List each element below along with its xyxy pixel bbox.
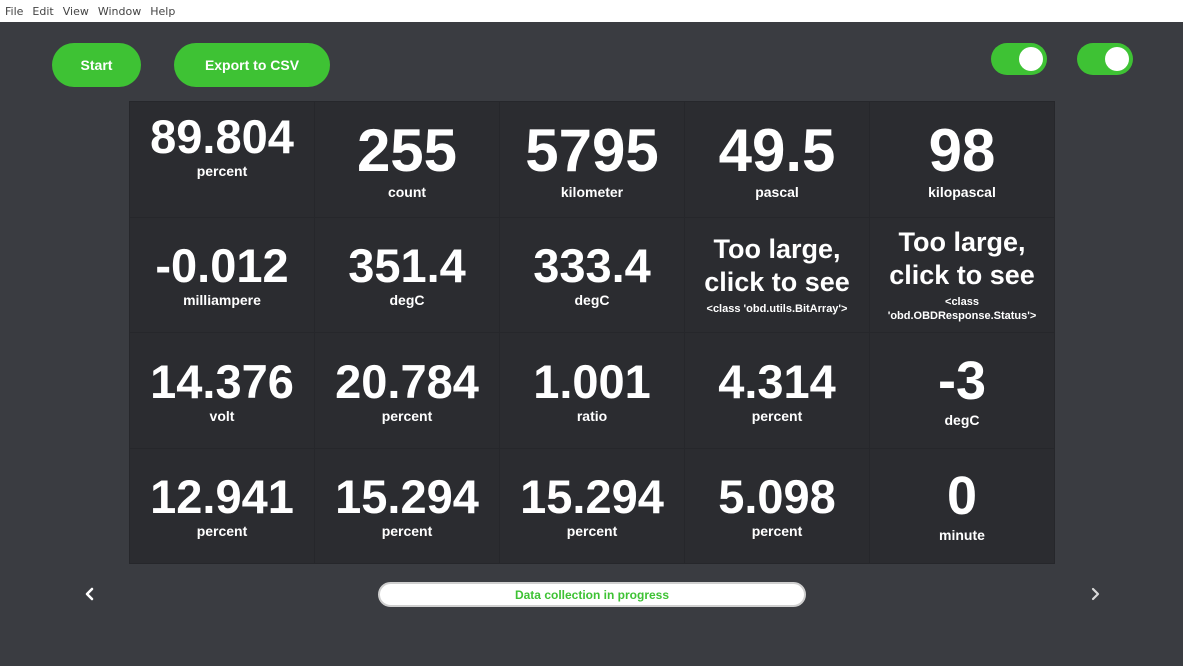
sensor-unit: kilometer bbox=[560, 183, 624, 200]
sensor-value: 89.804 bbox=[150, 110, 294, 163]
sensor-cell[interactable]: 0 minute bbox=[870, 448, 1054, 563]
sensor-cell[interactable]: 5795 kilometer bbox=[500, 102, 684, 217]
menu-view[interactable]: View bbox=[63, 5, 89, 18]
sensor-value: Too large, click to see bbox=[704, 233, 850, 297]
sensor-unit: kilopascal bbox=[928, 183, 996, 200]
sensor-cell[interactable]: 49.5 pascal bbox=[685, 102, 869, 217]
sensor-value: 14.376 bbox=[150, 354, 294, 408]
sensor-value: 20.784 bbox=[335, 354, 479, 408]
sensor-value: 5.098 bbox=[718, 470, 836, 524]
sensor-unit: percent bbox=[566, 523, 618, 540]
sensor-value: 255 bbox=[356, 116, 458, 184]
sensor-cell[interactable]: 15.294 percent bbox=[315, 448, 499, 563]
sensor-cell[interactable]: 333.4 degC bbox=[500, 217, 684, 332]
sensor-unit: percent bbox=[196, 163, 248, 180]
sensor-value: -0.012 bbox=[155, 239, 289, 293]
toggle-knob bbox=[1019, 47, 1043, 71]
sensor-value: 15.294 bbox=[335, 470, 479, 524]
export-csv-button[interactable]: Export to CSV bbox=[174, 43, 330, 87]
sensor-value: 1.001 bbox=[533, 354, 651, 408]
sensor-value: 0 bbox=[946, 466, 978, 527]
sensor-cell[interactable]: 89.804 percent bbox=[130, 102, 314, 217]
sensor-unit: percent bbox=[381, 407, 433, 424]
sensor-cell[interactable]: 1.001 ratio bbox=[500, 333, 684, 448]
menu-window[interactable]: Window bbox=[98, 5, 141, 18]
sensor-cell[interactable]: 351.4 degC bbox=[315, 217, 499, 332]
chevron-right-icon[interactable] bbox=[1087, 586, 1103, 602]
sensor-unit: volt bbox=[209, 407, 235, 424]
sensor-value: 4.314 bbox=[718, 354, 836, 408]
sensor-unit: degC bbox=[944, 411, 980, 428]
toggle-switch-1[interactable] bbox=[991, 43, 1047, 75]
menu-help[interactable]: Help bbox=[150, 5, 175, 18]
sensor-cell[interactable]: 255 count bbox=[315, 102, 499, 217]
menu-edit[interactable]: Edit bbox=[32, 5, 53, 18]
sensor-cell[interactable]: 14.376 volt bbox=[130, 333, 314, 448]
sensor-unit: count bbox=[387, 183, 427, 200]
sensor-value: Too large, click to see bbox=[889, 227, 1035, 290]
sensor-cell[interactable]: 12.941 percent bbox=[130, 448, 314, 563]
status-bar: Data collection in progress bbox=[378, 582, 806, 607]
sensor-unit: pascal bbox=[755, 183, 799, 200]
sensor-unit: ratio bbox=[576, 407, 608, 424]
chevron-left-icon[interactable] bbox=[82, 586, 98, 602]
toggle-switch-2[interactable] bbox=[1077, 43, 1133, 75]
sensor-value: 351.4 bbox=[348, 239, 466, 293]
sensor-unit: milliampere bbox=[183, 292, 261, 309]
menu-bar: File Edit View Window Help bbox=[0, 0, 1183, 22]
sensor-cell[interactable]: 4.314 percent bbox=[685, 333, 869, 448]
sensor-unit: degC bbox=[574, 292, 610, 309]
sensor-unit: degC bbox=[389, 292, 425, 309]
sensor-cell[interactable]: -0.012 milliampere bbox=[130, 217, 314, 332]
sensor-value: 12.941 bbox=[150, 470, 294, 524]
sensor-unit: <class 'obd.utils.BitArray'> bbox=[706, 302, 848, 315]
sensor-value: -3 bbox=[937, 350, 986, 411]
sensor-cell[interactable]: Too large, click to see <class 'obd.utils… bbox=[685, 217, 869, 332]
sensor-cell[interactable]: 20.784 percent bbox=[315, 333, 499, 448]
sensor-grid: 89.804 percent 255 count 5795 kilometer 49.5 pa… bbox=[129, 101, 1055, 564]
menu-file[interactable]: File bbox=[5, 5, 23, 18]
sensor-cell[interactable]: 15.294 percent bbox=[500, 448, 684, 563]
sensor-cell[interactable]: Too large, click to see <class 'obd.OBDRe… bbox=[870, 217, 1054, 332]
sensor-cell[interactable]: 98 kilopascal bbox=[870, 102, 1054, 217]
sensor-unit: percent bbox=[196, 523, 248, 540]
sensor-value: 5795 bbox=[525, 116, 659, 184]
sensor-value: 98 bbox=[928, 116, 996, 184]
sensor-value: 333.4 bbox=[533, 239, 651, 293]
sensor-cell[interactable]: -3 degC bbox=[870, 333, 1054, 448]
sensor-unit: percent bbox=[751, 523, 803, 540]
sensor-value: 49.5 bbox=[718, 116, 836, 184]
sensor-unit: percent bbox=[381, 523, 433, 540]
start-button[interactable]: Start bbox=[52, 43, 141, 87]
sensor-cell[interactable]: 5.098 percent bbox=[685, 448, 869, 563]
sensor-unit: percent bbox=[751, 407, 803, 424]
sensor-value: 15.294 bbox=[520, 470, 664, 524]
sensor-unit: <class 'obd.OBDResponse.Status'> bbox=[887, 295, 1037, 322]
toggle-knob bbox=[1105, 47, 1129, 71]
sensor-unit: minute bbox=[939, 527, 985, 544]
